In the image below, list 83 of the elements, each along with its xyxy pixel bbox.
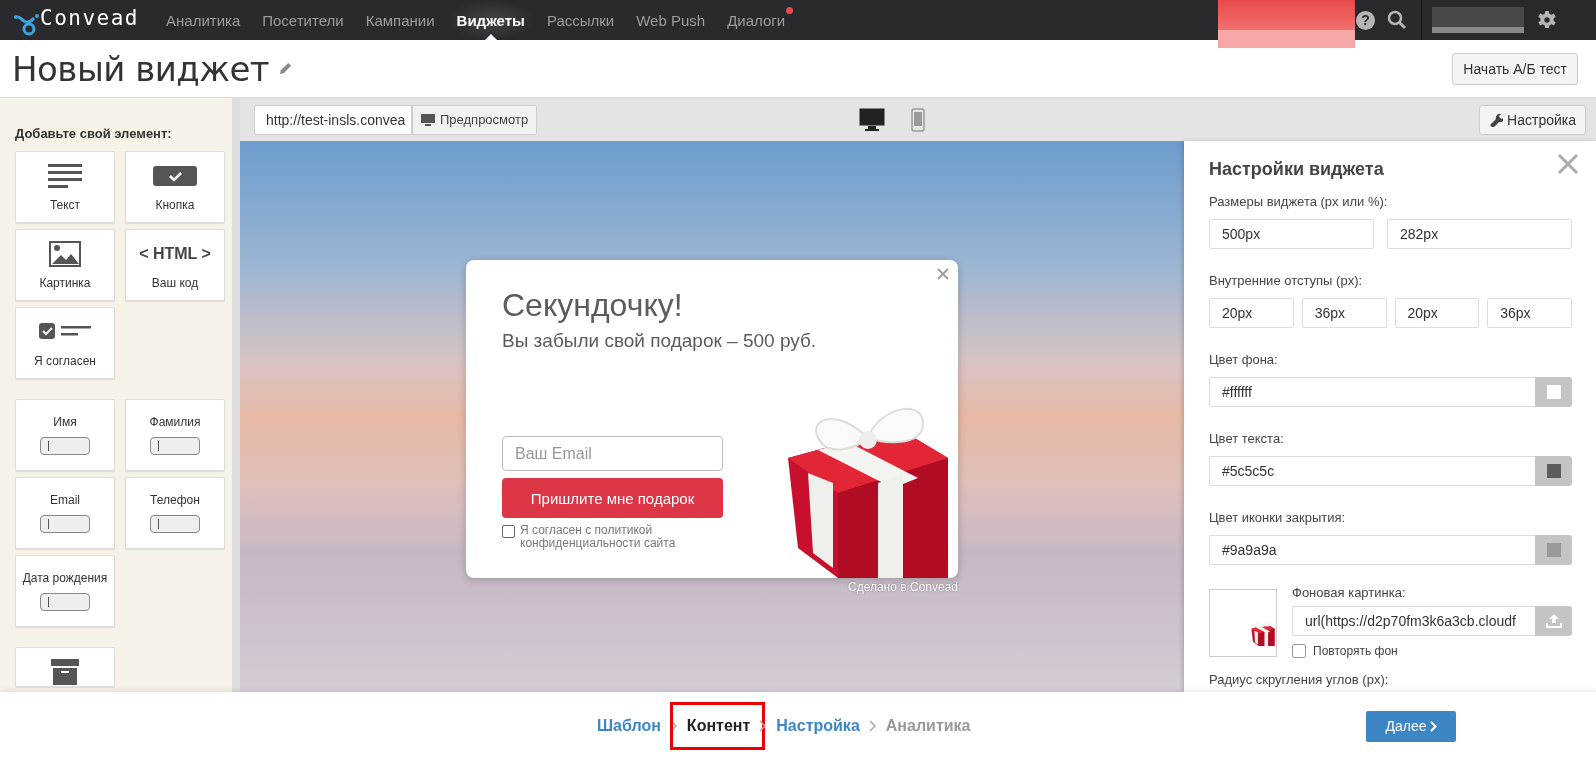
field-label: Размеры виджета (px или %): [1209,194,1389,209]
close-icon[interactable] [937,268,949,280]
nav-tab[interactable]: Посетители [251,0,355,40]
chevron-icon [759,720,768,732]
archive-box-icon [51,659,79,685]
color-picker-button[interactable] [1535,535,1572,565]
checkbox-lines-icon [39,323,91,341]
element-tile[interactable]: Телефон [125,477,225,549]
checkbox-label: Повторять фон [1313,644,1398,658]
next-button[interactable]: Далее [1366,710,1456,742]
field-label: Цвет иконки закрытия: [1209,510,1347,525]
panel-title: Настройки виджета [1209,159,1385,180]
logo-text: Convead [40,6,139,30]
element-tile[interactable]: Текст [15,151,115,223]
field-label: Радиус скругления углов (px): [1209,672,1390,687]
element-tile[interactable]: < HTML > Ваш код [125,229,225,301]
close-icon[interactable] [1557,153,1579,175]
field-label: Фоновая картинка: [1292,585,1407,600]
help-icon[interactable]: ? [1356,10,1375,30]
consent-label: Я согласен с политикой конфиденциальности сайта [520,524,677,550]
monitor-icon [421,113,435,126]
checkbox[interactable] [502,525,515,538]
preview-button[interactable]: Предпросмотр [412,104,538,135]
step-link[interactable]: Настройка [776,707,860,745]
text-lines-icon [48,164,82,188]
element-tile[interactable]: Дата рождения [15,555,115,627]
wrench-icon [1489,112,1504,127]
url-field[interactable]: http://test-insls.convea [254,104,412,135]
color-picker-button[interactable] [1535,456,1572,486]
ab-test-button[interactable]: Начать А/Б тест [1452,52,1578,85]
input-field[interactable]: 500px [1209,219,1374,249]
element-tile[interactable]: Я согласен [15,307,115,379]
desktop-icon[interactable] [859,107,886,132]
input-field[interactable]: 36px [1301,298,1387,328]
color-field[interactable]: #9a9a9a [1209,535,1535,565]
field-label: Цвет фона: [1209,352,1279,367]
field-label: Цвет текста: [1209,431,1285,446]
image-icon [49,241,81,267]
settings-button[interactable]: Настройка [1479,104,1586,135]
input-field-icon [40,515,90,533]
nav-tab[interactable]: Web Push [625,0,717,40]
element-tile[interactable] [15,647,115,687]
checkbox[interactable] [1292,644,1306,658]
input-field-icon [150,515,200,533]
button-check-icon [153,166,197,186]
pencil-icon[interactable] [279,62,293,75]
input-field[interactable]: 20px [1209,298,1294,328]
nav-tab[interactable]: Аналитика [155,0,252,40]
color-field[interactable]: #5c5c5c [1209,456,1535,486]
element-tile[interactable]: Фамилия [125,399,225,471]
color-picker-button[interactable] [1535,377,1572,407]
input-field-icon [150,437,200,455]
nav-tab[interactable]: Диалоги [716,0,797,40]
sidebar-heading: Добавьте свой элемент: [15,126,173,141]
settings-icon[interactable] [1538,11,1556,29]
nav-tab[interactable]: Рассылки [535,0,626,40]
color-field[interactable]: #ffffff [1209,377,1535,407]
field-label: Внутренние отступы (px): [1209,273,1364,288]
element-tile[interactable]: Имя [15,399,115,471]
page-title: Новый виджет [12,48,270,89]
gift-drawing [1250,620,1276,646]
step-link[interactable]: Шаблон [597,707,661,745]
email-field[interactable]: Ваш Email [502,436,723,471]
popup-subtitle: Вы забыли свой подарок – 500 руб. [502,330,818,352]
element-tile[interactable]: Email [15,477,115,549]
nav-tab[interactable]: Кампании [354,0,446,40]
element-tile[interactable]: Кнопка [125,151,225,223]
step-link[interactable]: Контент [672,705,763,747]
search-icon[interactable] [1387,10,1407,30]
phone-icon[interactable] [911,107,926,132]
input-field[interactable]: 36px [1487,298,1572,328]
input-field-icon [40,437,90,455]
chevron-icon [1429,720,1437,732]
element-tile[interactable]: Картинка [15,229,115,301]
upload-icon [1545,614,1562,628]
popup-title: Секундочку! [502,287,684,324]
credit-text: Сделано в Convead [848,580,958,594]
input-field[interactable]: 282px [1387,219,1572,249]
submit-button[interactable]: Пришлите мне подарок [502,478,723,518]
url-field[interactable]: url(https://d2p70fm3k6a3cb.cloudf [1292,606,1535,636]
input-field-icon [40,593,90,611]
chevron-icon [868,720,877,732]
input-field[interactable]: 20px [1394,298,1480,328]
